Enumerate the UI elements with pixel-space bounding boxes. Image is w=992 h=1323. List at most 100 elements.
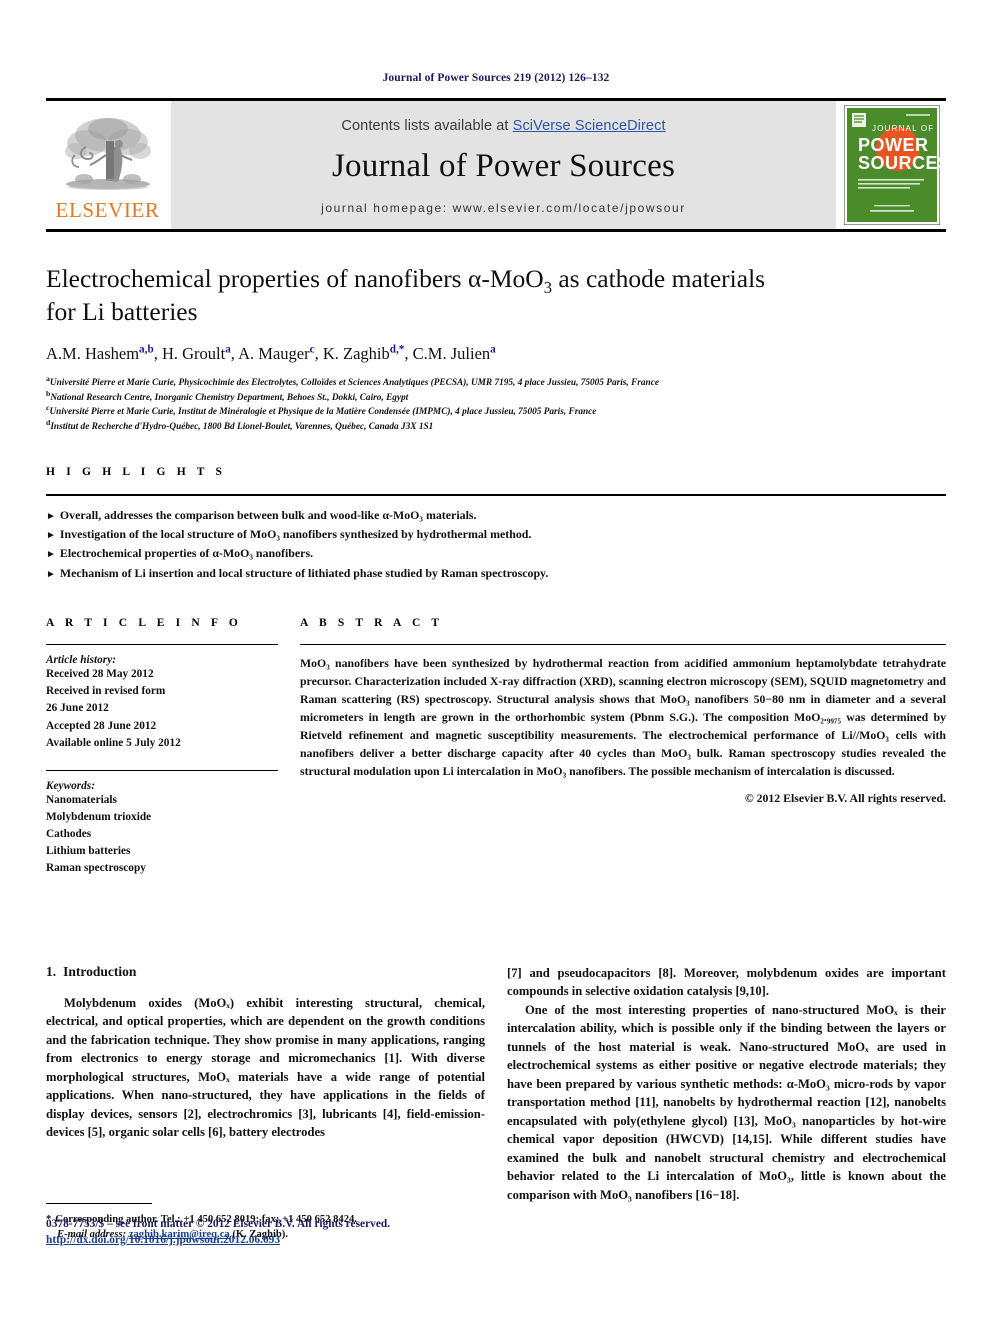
author-name: H. Groult [161, 344, 226, 364]
paper-page: Journal of Power Sources 219 (2012) 126–… [0, 0, 992, 1323]
affiliation-text: Université Pierre et Marie Curie, Instit… [49, 407, 597, 418]
paragraph: Molybdenum oxides (MoOₓ) exhibit interes… [46, 995, 485, 1140]
title-line-1b: as cathode materials [551, 264, 766, 293]
highlights-section: H I G H L I G H T S ► Overall, addresses … [46, 466, 946, 583]
footnote-divider [46, 1202, 152, 1204]
highlight-text: Mechanism of Li insertion and local stru… [59, 565, 549, 580]
section-heading-introduction: 1. Introduction [46, 964, 485, 980]
author[interactable]: A.M. Hashema,b [46, 344, 154, 363]
triangle-right-icon: ► [46, 530, 56, 542]
author[interactable]: C.M. Juliena [413, 344, 496, 363]
abstract-divider [300, 644, 946, 646]
journal-title: Journal of Power Sources [332, 147, 675, 184]
svg-text:SOURCES: SOURCES [858, 153, 940, 173]
paragraph: [7] and pseudocapacitors [8]. Moreover, … [507, 965, 946, 999]
highlight-item: ► Mechanism of Li insertion and local str… [46, 564, 946, 583]
history-item: 26 June 2012 [46, 702, 109, 715]
affiliation: dInstitut de Recherche d'Hydro-Québec, 1… [46, 418, 946, 434]
journal-homepage-link[interactable]: journal homepage: www.elsevier.com/locat… [321, 201, 686, 215]
author-affil-marker: c [309, 343, 315, 356]
author-name: C.M. Julien [412, 344, 491, 364]
highlights-list: ► Overall, addresses the comparison betwe… [46, 506, 946, 583]
body-columns: 1. Introduction Molybdenum oxides (MoOₓ) … [46, 964, 946, 1240]
page-footer: 0378-7753/$ – see front matter © 2012 El… [46, 1218, 506, 1248]
highlights-divider [46, 493, 946, 496]
affiliation-text: Université Pierre et Marie Curie, Physic… [49, 378, 659, 389]
keyword: Nanomaterials [46, 793, 117, 806]
masthead-center: Contents lists available at SciVerse Sci… [171, 101, 836, 229]
affiliation: aUniversité Pierre et Marie Curie, Physi… [46, 375, 946, 390]
highlight-item: ► Investigation of the local structure of… [46, 525, 946, 544]
info-abstract-row: A R T I C L E I N F O Article history: R… [46, 617, 946, 878]
elsevier-logo: ELSEVIER [46, 101, 169, 229]
journal-cover-thumbnail[interactable]: JOURNAL OF POWER SOURCES [838, 101, 946, 229]
keyword: Cathodes [46, 828, 92, 841]
body-column-right: [7] and pseudocapacitors [8]. Moreover, … [507, 964, 946, 1205]
author-list: A.M. Hashema,b, H. Groulta, A. Maugerc, … [46, 343, 496, 364]
history-item: Accepted 28 June 2012 [46, 719, 157, 732]
section-number: 1. [46, 963, 57, 979]
author-name: K. Zaghib [322, 344, 390, 364]
keyword: Molybdenum trioxide [46, 810, 152, 823]
history-item: Received in revised form [46, 685, 166, 698]
copyright-line: © 2012 Elsevier B.V. All rights reserved… [744, 791, 946, 806]
author[interactable]: H. Groulta [162, 344, 231, 363]
highlight-text: Overall, addresses the comparison betwee… [59, 507, 477, 522]
author-name: A.M. Hashem [46, 344, 140, 364]
sciencedirect-link[interactable]: SciVerse ScienceDirect [513, 118, 666, 134]
history-item: Received 28 May 2012 [46, 668, 154, 681]
triangle-right-icon: ► [46, 568, 56, 580]
highlight-text: Investigation of the local structure of … [59, 527, 532, 542]
keyword: Lithium batteries [46, 845, 131, 858]
affiliation: bNational Research Centre, Inorganic Che… [46, 389, 946, 405]
issn-copyright-line: 0378-7753/$ – see front matter © 2012 El… [46, 1218, 391, 1230]
author[interactable]: A. Maugerc [238, 344, 314, 363]
keywords-label: Keywords: [46, 779, 95, 792]
abstract-text: MoO₃ nanofibers have been synthesized by… [300, 656, 946, 778]
author-affil-marker: a [225, 343, 231, 356]
svg-text:JOURNAL OF: JOURNAL OF [872, 124, 934, 133]
affiliation: cUniversité Pierre et Marie Curie, Insti… [46, 404, 946, 419]
author-affil-marker: a [490, 343, 496, 356]
article-history-label: Article history: [46, 654, 116, 667]
article-info-divider [46, 644, 278, 646]
keywords-block: Keywords: Nanomaterials Molybdenum triox… [46, 769, 278, 878]
article-info-column: A R T I C L E I N F O Article history: R… [46, 617, 278, 878]
affiliation-list: aUniversité Pierre et Marie Curie, Physi… [46, 375, 946, 434]
contents-prefix: Contents lists available at [341, 117, 513, 134]
running-head: Journal of Power Sources 219 (2012) 126–… [382, 72, 610, 84]
section-title: Introduction [63, 963, 137, 979]
author-name: A. Mauger [238, 344, 310, 364]
triangle-right-icon: ► [46, 510, 56, 522]
abstract-column: A B S T R A C T MoO₃ nanofibers have bee… [300, 617, 946, 878]
keywords-divider [46, 769, 278, 771]
author[interactable]: K. Zaghibd,* [323, 344, 405, 363]
title-block: Electrochemical properties of nanofibers… [46, 262, 946, 434]
svg-text:POWER: POWER [858, 135, 929, 155]
elsevier-tree-icon [62, 111, 154, 199]
article-history-block: Article history: Received 28 May 2012 Re… [46, 654, 278, 752]
highlight-item: ► Overall, addresses the comparison betwe… [46, 506, 946, 525]
highlights-heading: H I G H L I G H T S [46, 465, 227, 478]
title-subscript: 3 [543, 278, 552, 298]
affiliation-text: National Research Centre, Inorganic Chem… [50, 392, 409, 403]
title-line-1a: Electrochemical properties of nanofibers… [46, 264, 544, 293]
author-affil-marker: a,b [139, 343, 154, 356]
body-column-left: 1. Introduction Molybdenum oxides (MoOₓ) … [46, 964, 485, 1240]
journal-masthead: ELSEVIER Contents lists available at Sci… [46, 98, 946, 232]
doi-link[interactable]: http://dx.doi.org/10.1016/j.jpowsour.201… [46, 1234, 280, 1246]
page-title: Electrochemical properties of nanofibers… [46, 262, 946, 328]
triangle-right-icon: ► [46, 549, 56, 561]
history-item: Available online 5 July 2012 [46, 736, 181, 749]
affiliation-text: Institut de Recherche d'Hydro-Québec, 18… [50, 421, 434, 432]
abstract-heading: A B S T R A C T [300, 617, 444, 630]
highlight-text: Electrochemical properties of α-MoO₃ nan… [59, 546, 314, 561]
contents-available-line: Contents lists available at SciVerse Sci… [341, 118, 665, 134]
author-affil-marker: d,* [389, 343, 405, 356]
article-info-heading: A R T I C L E I N F O [46, 617, 242, 630]
paragraph: One of the most interesting properties o… [507, 1002, 946, 1202]
title-line-2: for Li batteries [46, 297, 198, 327]
highlight-item: ► Electrochemical properties of α-MoO₃ na… [46, 544, 946, 563]
keyword: Raman spectroscopy [46, 862, 146, 875]
elsevier-wordmark: ELSEVIER [55, 197, 160, 222]
